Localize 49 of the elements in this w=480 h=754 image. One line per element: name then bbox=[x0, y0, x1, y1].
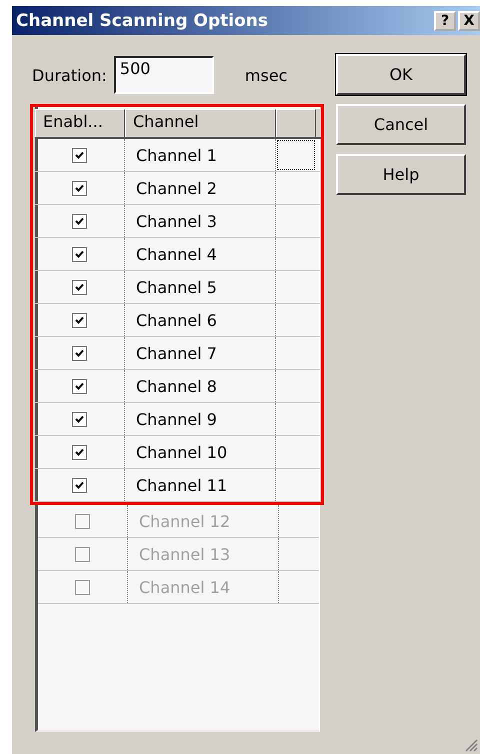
table-cell: Channel 7 bbox=[125, 337, 276, 369]
checkmark-icon bbox=[75, 316, 84, 324]
table-cell: Channel 6 bbox=[125, 304, 276, 336]
checkmark-icon bbox=[75, 349, 84, 357]
table-cell: Channel 8 bbox=[125, 370, 276, 402]
table-cell: Channel 1 bbox=[125, 139, 276, 171]
table-cell: Channel 14 bbox=[128, 571, 279, 603]
column-header[interactable] bbox=[276, 109, 316, 137]
window-title: Channel Scanning Options bbox=[16, 10, 268, 30]
column-header[interactable]: Channel bbox=[125, 109, 276, 137]
table-cell: Channel 5 bbox=[125, 271, 276, 303]
close-button[interactable]: X bbox=[458, 10, 480, 30]
table-cell: Channel 10 bbox=[125, 436, 276, 468]
column-header[interactable]: Enabl... bbox=[35, 109, 125, 137]
checkbox[interactable] bbox=[72, 214, 87, 228]
table-cell: Channel 4 bbox=[125, 238, 276, 270]
checkbox[interactable] bbox=[72, 444, 87, 460]
checkbox[interactable] bbox=[72, 346, 87, 360]
checkmark-icon bbox=[75, 481, 84, 489]
duration-label: Duration: bbox=[32, 66, 107, 84]
table-cell: Channel 12 bbox=[128, 505, 279, 537]
help-button[interactable]: ? bbox=[434, 10, 456, 30]
checkmark-icon bbox=[75, 382, 84, 390]
table-cell: Channel 13 bbox=[128, 538, 279, 570]
resize-grip-icon[interactable] bbox=[464, 738, 478, 752]
checkbox[interactable] bbox=[72, 478, 87, 492]
table-cell: Channel 11 bbox=[125, 469, 276, 501]
checkbox[interactable] bbox=[72, 180, 87, 196]
duration-field[interactable]: 500 bbox=[114, 56, 214, 94]
checkmark-icon bbox=[75, 448, 84, 456]
checkmark-icon bbox=[75, 250, 84, 258]
table-cell: Channel 2 bbox=[125, 172, 276, 204]
table-cell: Channel 9 bbox=[125, 403, 276, 435]
checkmark-icon bbox=[75, 217, 84, 225]
checkbox[interactable] bbox=[72, 246, 87, 262]
cancel-button[interactable]: Cancel bbox=[336, 104, 466, 145]
help-button[interactable]: Help bbox=[336, 154, 466, 195]
checkbox[interactable] bbox=[72, 378, 87, 394]
checkbox[interactable] bbox=[72, 312, 87, 328]
table-cell: Channel 3 bbox=[125, 205, 276, 237]
ok-button[interactable]: OK bbox=[336, 54, 466, 95]
checkmark-icon bbox=[75, 283, 84, 291]
checkbox[interactable] bbox=[72, 412, 87, 426]
checkbox[interactable] bbox=[72, 148, 87, 162]
checkmark-icon bbox=[75, 151, 84, 159]
checkmark-icon bbox=[75, 184, 84, 192]
checkbox[interactable] bbox=[72, 280, 87, 294]
unit-label: msec bbox=[244, 66, 288, 84]
checkmark-icon bbox=[75, 415, 84, 423]
